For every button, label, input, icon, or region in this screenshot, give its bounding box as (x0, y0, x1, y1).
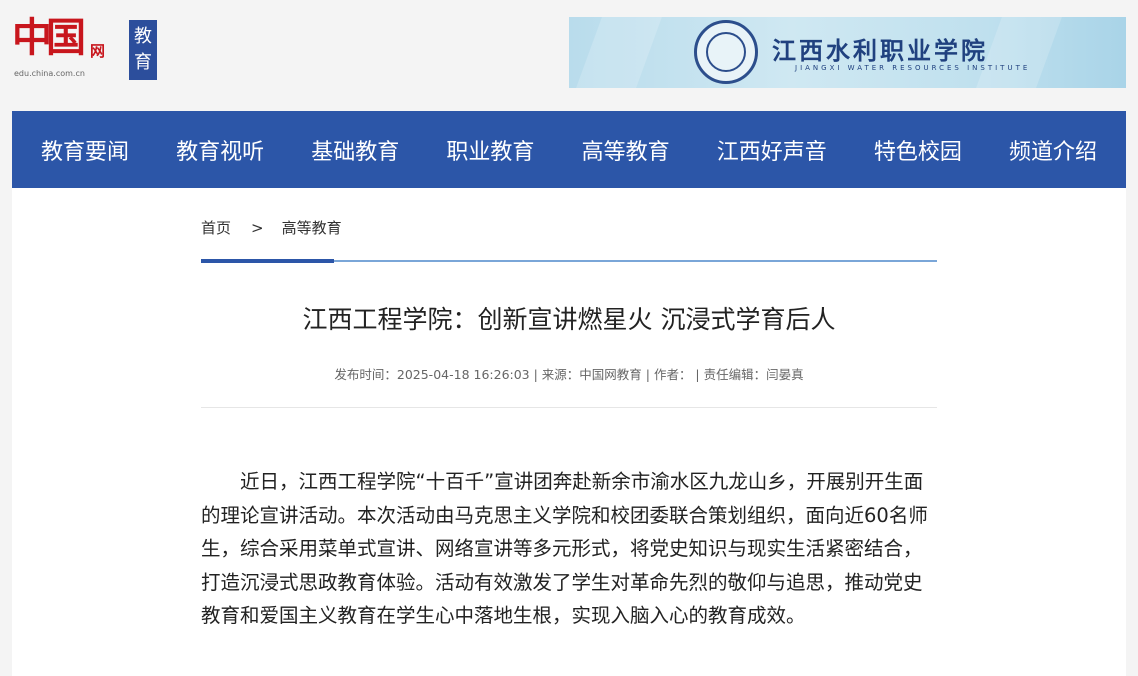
nav-item-vocational-education[interactable]: 职业教育 (446, 134, 534, 166)
nav-item-featured-campus[interactable]: 特色校园 (874, 134, 962, 166)
banner-school-name: 江西水利职业学院 (772, 36, 988, 65)
nav-item-jiangxi-voice[interactable]: 江西好声音 (717, 134, 827, 166)
channel-badge-char-1: 教 (134, 26, 152, 47)
logo-mark: 中国 (12, 14, 86, 61)
nav-item-channel-intro[interactable]: 频道介绍 (1009, 134, 1097, 166)
banner-school-english: JIANGXI WATER RESOURCES INSTITUTE (795, 64, 1031, 72)
channel-badge[interactable]: 教 育 (129, 20, 157, 80)
channel-badge-char-2: 育 (134, 52, 152, 73)
banner-wave (976, 17, 1062, 88)
breadcrumb-home[interactable]: 首页 (201, 219, 231, 237)
article-body-paragraph: 近日，江西工程学院“十百千”宣讲团奔赴新余市渝水区九龙山乡，开展别开生面的理论宣… (201, 470, 928, 627)
nav-item-education-news[interactable]: 教育要闻 (41, 134, 129, 166)
nav-item-basic-education[interactable]: 基础教育 (311, 134, 399, 166)
breadcrumb-current[interactable]: 高等教育 (282, 219, 342, 237)
article-meta: 发布时间：2025-04-18 16:26:03 | 来源：中国网教育 | 作者… (334, 367, 804, 382)
nav-item-education-video[interactable]: 教育视听 (176, 134, 264, 166)
logo-domain: edu.china.com.cn (14, 69, 85, 78)
site-header: 中国 网 edu.china.com.cn 教 育 江西水利职业学院 JIANG… (0, 0, 1138, 106)
school-seal-icon (694, 20, 758, 84)
main-nav: 教育要闻 教育视听 基础教育 职业教育 高等教育 江西好声音 特色校园 频道介绍 (12, 111, 1126, 188)
article-panel: 首页 > 高等教育 江西工程学院：创新宣讲燃星火 沉浸式学育后人 发布时间：2025… (12, 188, 1126, 676)
breadcrumb-divider-accent (201, 259, 334, 263)
nav-item-higher-education[interactable]: 高等教育 (582, 134, 670, 166)
logo-suffix: 网 (90, 42, 106, 60)
breadcrumb-separator: > (251, 219, 264, 237)
breadcrumb: 首页 > 高等教育 (201, 217, 342, 238)
meta-divider (201, 407, 937, 408)
banner-wave (576, 17, 662, 88)
sponsor-banner[interactable]: 江西水利职业学院 JIANGXI WATER RESOURCES INSTITU… (569, 17, 1126, 88)
logo-wordmark: 中国 网 edu.china.com.cn (12, 14, 124, 80)
article-title: 江西工程学院：创新宣讲燃星火 沉浸式学育后人 (302, 305, 836, 334)
